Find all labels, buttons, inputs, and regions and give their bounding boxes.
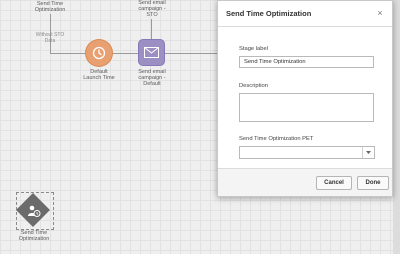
- close-button[interactable]: ×: [374, 7, 386, 19]
- right-edge-panel: [393, 0, 400, 254]
- clock-icon: [92, 46, 106, 60]
- send-time-optimization-dialog: Send Time Optimization × Stage label Des…: [217, 0, 393, 197]
- dialog-header: Send Time Optimization ×: [218, 1, 392, 27]
- sto-node-label: Send Time Optimization: [18, 230, 50, 242]
- pet-label: Send Time Optimization PET: [239, 136, 314, 142]
- launch-time-node[interactable]: [86, 40, 112, 66]
- branch-label: Without STO Data: [35, 32, 65, 44]
- email-campaign-node[interactable]: [139, 40, 164, 65]
- cancel-button[interactable]: Cancel: [316, 176, 352, 190]
- done-button[interactable]: Done: [357, 176, 389, 190]
- connector-line: [112, 53, 139, 54]
- description-textarea[interactable]: [239, 93, 374, 122]
- envelope-icon: [144, 47, 159, 58]
- dialog-title: Send Time Optimization: [226, 9, 312, 18]
- connector-line: [164, 53, 217, 54]
- top-email-node-label: Send email campaign - STO: [138, 0, 166, 18]
- person-clock-icon: [26, 203, 42, 219]
- chevron-down-icon: [362, 147, 374, 158]
- stage-label-input[interactable]: [239, 56, 374, 68]
- email-node-label: Send email campaign - Default: [138, 69, 166, 87]
- top-sto-node-label: Send Time Optimization: [34, 1, 66, 13]
- stage-label-label: Stage label: [239, 46, 269, 52]
- launch-node-label: Default Launch Time: [83, 69, 115, 81]
- connector-line: [151, 19, 152, 40]
- connector-line: [50, 53, 86, 54]
- pet-select[interactable]: [239, 146, 375, 159]
- dialog-footer: Cancel Done: [218, 168, 392, 196]
- description-label: Description: [239, 83, 268, 89]
